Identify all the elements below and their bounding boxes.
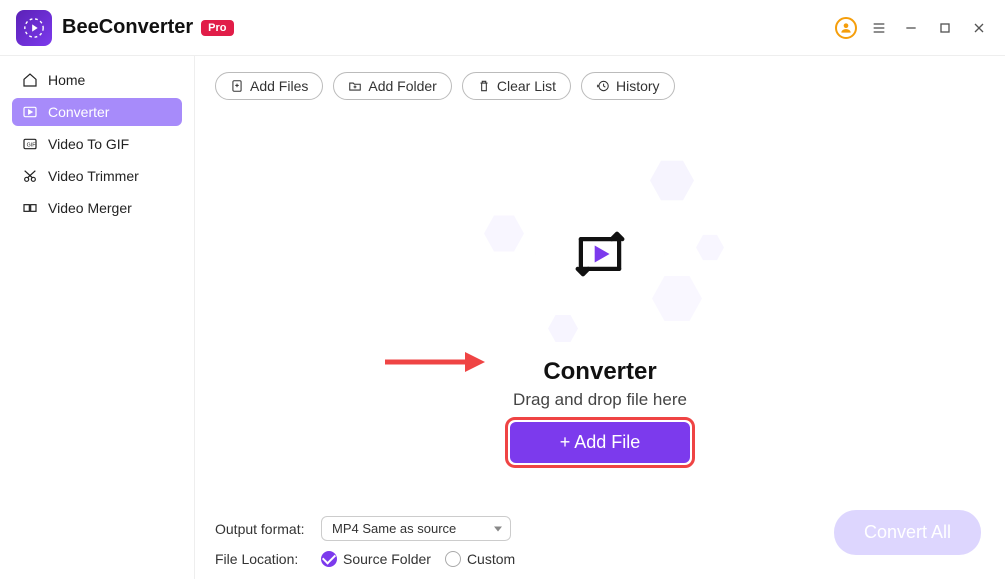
radio-label: Custom	[467, 551, 515, 567]
convert-all-button[interactable]: Convert All	[834, 510, 981, 555]
app-title: BeeConverter	[62, 16, 193, 39]
history-button[interactable]: History	[581, 72, 675, 100]
svg-text:GIF: GIF	[27, 143, 37, 149]
user-avatar-icon[interactable]	[835, 17, 857, 39]
radio-checked-icon	[321, 551, 337, 567]
radio-label: Source Folder	[343, 551, 431, 567]
annotation-arrow-icon	[380, 347, 490, 380]
hamburger-menu-icon[interactable]	[871, 20, 887, 36]
app-logo	[16, 10, 52, 46]
sidebar: Home Converter GIF Video To GIF Video Tr…	[0, 56, 195, 579]
add-file-button[interactable]: + Add File	[510, 422, 691, 463]
output-format-select[interactable]: MP4 Same as source	[321, 516, 511, 541]
sidebar-item-video-merger[interactable]: Video Merger	[12, 194, 182, 222]
sidebar-item-video-to-gif[interactable]: GIF Video To GIF	[12, 130, 182, 158]
button-label: History	[616, 78, 660, 94]
file-location-label: File Location:	[215, 551, 309, 567]
sidebar-item-label: Home	[48, 72, 85, 88]
radio-unchecked-icon	[445, 551, 461, 567]
add-folder-button[interactable]: Add Folder	[333, 72, 451, 100]
clear-list-button[interactable]: Clear List	[462, 72, 571, 100]
drop-title: Converter	[543, 358, 656, 386]
output-format-value: MP4 Same as source	[332, 521, 456, 536]
toolbar: Add Files Add Folder Clear List History	[215, 72, 985, 100]
sidebar-item-video-trimmer[interactable]: Video Trimmer	[12, 162, 182, 190]
converter-icon	[566, 220, 634, 288]
drop-subtitle: Drag and drop file here	[513, 390, 687, 410]
button-label: Add Folder	[368, 78, 436, 94]
sidebar-item-home[interactable]: Home	[12, 66, 182, 94]
sidebar-item-label: Video Trimmer	[48, 168, 139, 184]
radio-source-folder[interactable]: Source Folder	[321, 551, 431, 567]
button-label: Add Files	[250, 78, 308, 94]
maximize-button[interactable]	[935, 18, 955, 38]
sidebar-item-converter[interactable]: Converter	[12, 98, 182, 126]
button-label: Clear List	[497, 78, 556, 94]
drop-illustration	[470, 154, 730, 354]
sidebar-item-label: Converter	[48, 104, 109, 120]
sidebar-item-label: Video Merger	[48, 200, 132, 216]
radio-custom[interactable]: Custom	[445, 551, 515, 567]
main-panel: Add Files Add Folder Clear List History	[195, 56, 1005, 579]
output-format-label: Output format:	[215, 521, 309, 537]
drop-zone[interactable]: Converter Drag and drop file here + Add …	[215, 100, 985, 516]
minimize-button[interactable]	[901, 18, 921, 38]
add-files-button[interactable]: Add Files	[215, 72, 323, 100]
pro-badge: Pro	[201, 20, 233, 36]
titlebar: BeeConverter Pro	[0, 0, 1005, 56]
close-button[interactable]	[969, 18, 989, 38]
sidebar-item-label: Video To GIF	[48, 136, 129, 152]
